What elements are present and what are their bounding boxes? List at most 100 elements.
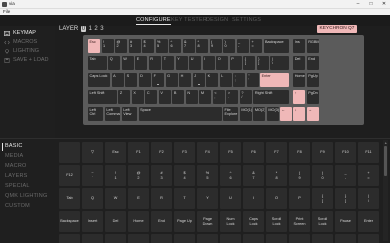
key-26[interactable]: P	[229, 56, 242, 70]
key-25[interactable]: O	[216, 56, 229, 70]
keycode-2[interactable]: Esc	[105, 142, 126, 163]
keycode-43[interactable]: Insert	[82, 211, 103, 232]
key-44[interactable]: Enter	[260, 73, 289, 87]
scrollbar[interactable]: ▲	[383, 140, 388, 241]
key-24[interactable]: I	[202, 56, 215, 70]
key-12[interactable]: + =	[250, 39, 262, 53]
key-14[interactable]: Ins	[293, 39, 306, 53]
key-66[interactable]: MO(1)	[239, 107, 252, 121]
keycode-17[interactable]: @ 2	[128, 165, 149, 186]
keycode-41[interactable]: | \	[358, 188, 379, 209]
key-63[interactable]: Left View	[121, 107, 138, 121]
keycode-12[interactable]: F10	[335, 142, 356, 163]
sidebar-item-save-load[interactable]: SAVE + LOAD	[4, 57, 49, 63]
tab-configure[interactable]: CONFIGURE	[136, 17, 171, 25]
key-50[interactable]: C	[145, 90, 158, 104]
keycode-60[interactable]	[151, 234, 172, 243]
key-13[interactable]: Backspace	[263, 39, 289, 53]
key-30[interactable]: Del	[293, 56, 306, 70]
keycode-30[interactable]: W	[105, 188, 126, 209]
keycode-1[interactable]: ▽	[82, 142, 103, 163]
key-61[interactable]: Left Ctrl	[88, 107, 104, 121]
keycode-37[interactable]: O	[266, 188, 287, 209]
keycode-14[interactable]: F12	[59, 165, 80, 186]
keycode-42[interactable]: Backspace	[59, 211, 80, 232]
key-0[interactable]: Esc	[88, 39, 100, 53]
keycode-19[interactable]: $ 4	[174, 165, 195, 186]
keycode-49[interactable]: Num Lock	[220, 211, 241, 232]
key-65[interactable]: File Explore	[223, 107, 239, 121]
key-33[interactable]: A	[111, 73, 124, 87]
key-36[interactable]: F	[152, 73, 165, 87]
keycode-24[interactable]: ( 9	[289, 165, 310, 186]
keycode-3[interactable]: F1	[128, 142, 149, 163]
keycode-36[interactable]: I	[243, 188, 264, 209]
keycode-18[interactable]: # 3	[151, 165, 172, 186]
key-51[interactable]: V	[158, 90, 171, 104]
keycode-13[interactable]: F11	[358, 142, 379, 163]
keycode-7[interactable]: F5	[220, 142, 241, 163]
key-5[interactable]: % 5	[155, 39, 168, 53]
key-38[interactable]: H	[179, 73, 192, 87]
keycode-38[interactable]: P	[289, 188, 310, 209]
key-16[interactable]: Tab	[88, 56, 107, 70]
keycode-63[interactable]	[220, 234, 241, 243]
key-71[interactable]: →	[306, 107, 319, 121]
sidebar-item-keymap[interactable]: KEYMAP	[4, 30, 36, 36]
category-layers[interactable]: LAYERS	[5, 173, 28, 179]
tab-settings[interactable]: SETTINGS	[232, 17, 261, 23]
key-41[interactable]: L	[219, 73, 232, 87]
key-15[interactable]: RGBMH	[306, 39, 319, 53]
keycode-65[interactable]	[266, 234, 287, 243]
key-56[interactable]: > .	[226, 90, 239, 104]
maximize-button[interactable]: □	[365, 0, 377, 8]
key-3[interactable]: # 3	[128, 39, 141, 53]
scroll-thumb[interactable]	[384, 146, 387, 176]
tab-key-tester[interactable]: KEY TESTER	[171, 17, 207, 23]
keycode-22[interactable]: & 7	[243, 165, 264, 186]
key-62[interactable]: Left Command	[104, 107, 121, 121]
key-48[interactable]: Z	[118, 90, 131, 104]
key-9[interactable]: ( 9	[209, 39, 222, 53]
keycode-8[interactable]: F6	[243, 142, 264, 163]
keycode-48[interactable]: Page Down	[197, 211, 218, 232]
category-qmk-lighting[interactable]: QMK LIGHTING	[5, 193, 47, 199]
keycode-53[interactable]: Scroll Lock	[312, 211, 333, 232]
key-28[interactable]: } ]	[256, 56, 269, 70]
key-27[interactable]: { [	[243, 56, 256, 70]
key-54[interactable]: M	[199, 90, 212, 104]
keycode-15[interactable]: ~ `	[82, 165, 103, 186]
key-70[interactable]: ↓	[293, 107, 306, 121]
key-34[interactable]: S	[125, 73, 138, 87]
key-67[interactable]: MO(2)	[253, 107, 266, 121]
keycode-69[interactable]	[358, 234, 379, 243]
keycode-39[interactable]: { [	[312, 188, 333, 209]
keycode-44[interactable]: Del	[105, 211, 126, 232]
keycode-54[interactable]: Pause	[335, 211, 356, 232]
keycode-61[interactable]	[174, 234, 195, 243]
key-7[interactable]: & 7	[182, 39, 195, 53]
key-22[interactable]: Y	[175, 56, 188, 70]
keycode-35[interactable]: U	[220, 188, 241, 209]
key-64[interactable]: Space	[138, 107, 222, 121]
layer-3-button[interactable]: 3	[100, 26, 103, 32]
key-37[interactable]: G	[165, 73, 178, 87]
close-button[interactable]: ✕	[378, 0, 390, 8]
scroll-up-icon[interactable]: ▲	[384, 141, 387, 145]
key-58[interactable]: Right Shift	[253, 90, 289, 104]
key-55[interactable]: < ,	[212, 90, 225, 104]
keycode-40[interactable]: } ]	[335, 188, 356, 209]
keycode-66[interactable]	[289, 234, 310, 243]
key-10[interactable]: ) 0	[223, 39, 235, 53]
category-media[interactable]: MEDIA	[5, 153, 23, 159]
menu-file[interactable]: File	[3, 9, 10, 14]
key-57[interactable]: ? /	[239, 90, 252, 104]
keycode-46[interactable]: End	[151, 211, 172, 232]
keycode-51[interactable]: Scroll Lock	[266, 211, 287, 232]
sidebar-item-lighting[interactable]: LIGHTING	[4, 48, 39, 54]
key-45[interactable]: Home	[293, 73, 306, 87]
keycode-32[interactable]: R	[151, 188, 172, 209]
tab-design[interactable]: DESIGN	[206, 17, 228, 23]
keycode-25[interactable]: ) 0	[312, 165, 333, 186]
key-42[interactable]: : ;	[233, 73, 246, 87]
